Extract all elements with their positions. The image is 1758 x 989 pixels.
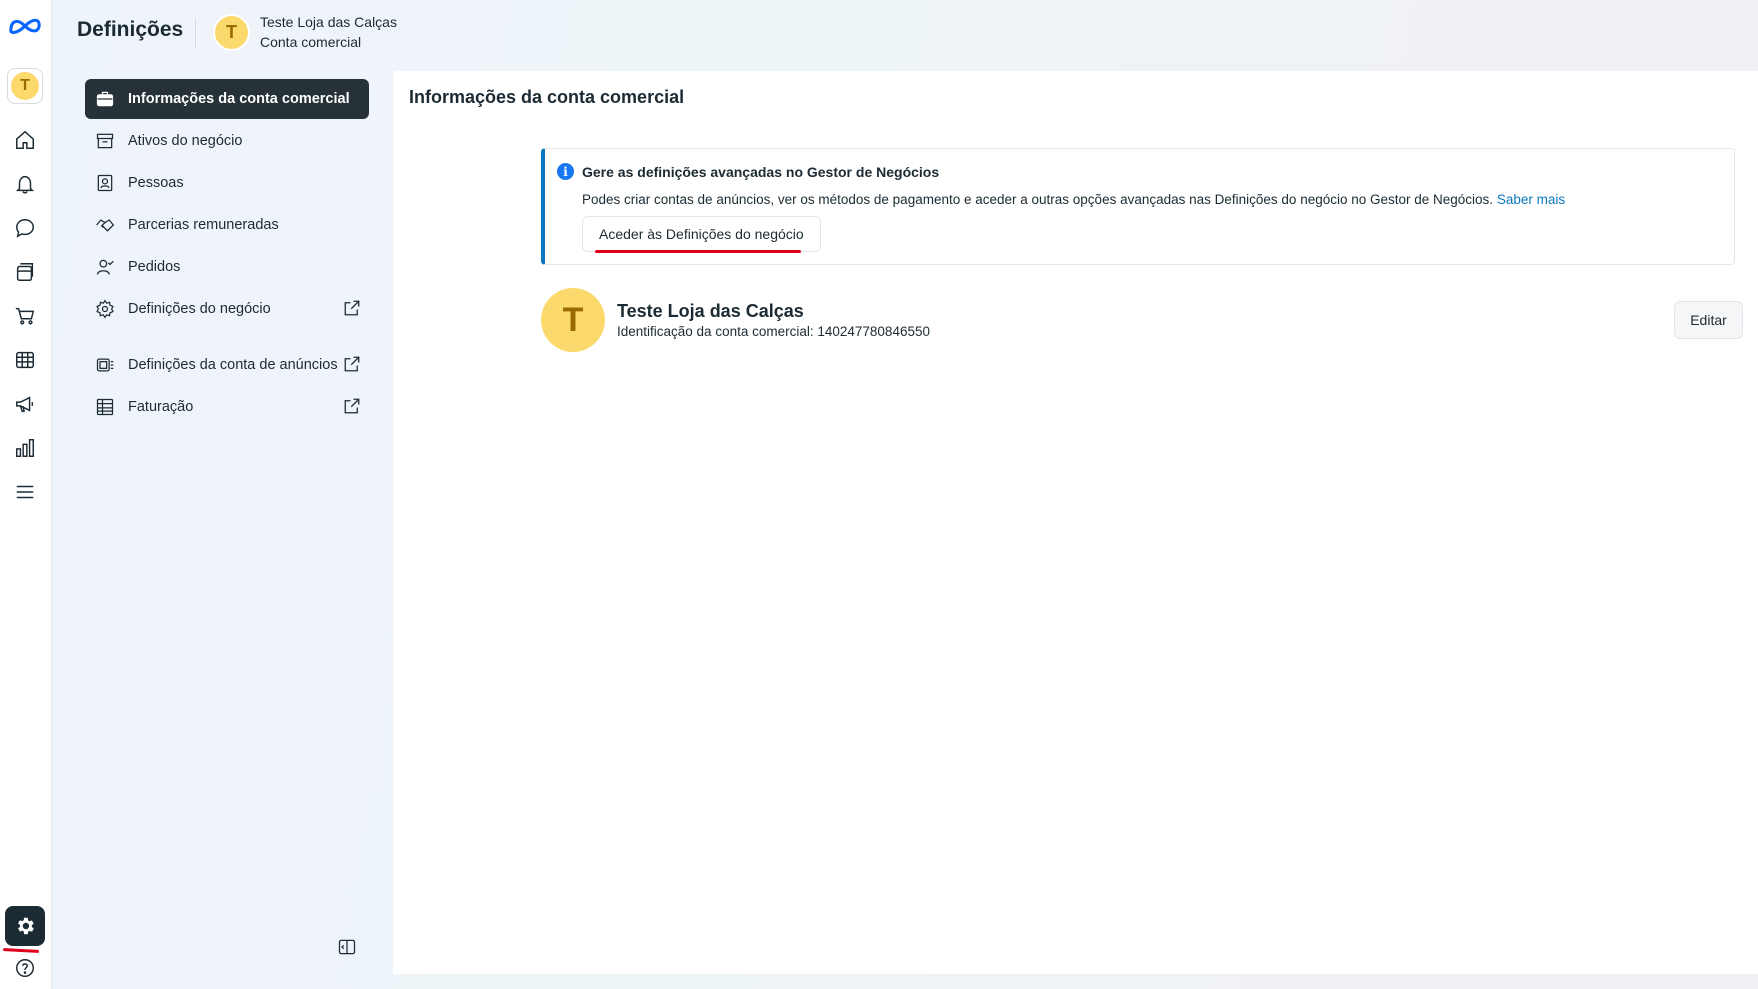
- external-link-icon: [343, 299, 361, 317]
- bell-icon[interactable]: [11, 170, 39, 198]
- sidebar-item-label: Ativos do negócio: [128, 133, 243, 149]
- sidebar-item-label: Faturação: [128, 399, 194, 415]
- account-type: Conta comercial: [260, 34, 362, 50]
- info-icon: i: [557, 163, 574, 180]
- settings-sidebar: Informações da conta comercial Ativos do…: [85, 79, 369, 429]
- edit-button[interactable]: Editar: [1674, 301, 1743, 339]
- gear-icon: [94, 298, 116, 320]
- sidebar-item-business-info[interactable]: Informações da conta comercial: [85, 79, 369, 119]
- sidebar-item-label: Pedidos: [128, 259, 181, 275]
- external-link-icon: [343, 397, 361, 415]
- annotation-underline-button: [595, 250, 801, 253]
- home-icon[interactable]: [11, 126, 39, 154]
- cart-icon[interactable]: [11, 302, 39, 330]
- external-link-icon: [343, 355, 361, 373]
- section-title: Informações da conta comercial: [409, 87, 685, 107]
- bar-chart-icon[interactable]: [11, 434, 39, 462]
- account-name: Teste Loja das Calças: [260, 14, 397, 30]
- sidebar-item-ad-account-settings[interactable]: Definições da conta de anúncios: [85, 345, 369, 385]
- go-to-business-settings-button[interactable]: Aceder às Definições do negócio: [582, 216, 821, 252]
- main-content: Informações da conta comercial i Gere as…: [393, 71, 1758, 974]
- billing-icon: [94, 396, 116, 418]
- annotation-underline-settings: [2, 948, 40, 953]
- collapse-sidebar-icon[interactable]: [337, 937, 357, 957]
- avatar-letter: T: [11, 72, 39, 100]
- sidebar-item-people[interactable]: Pessoas: [85, 163, 369, 203]
- notice-body: Podes criar contas de anúncios, ver os m…: [582, 192, 1565, 207]
- ad-account-icon: [94, 354, 116, 376]
- sidebar-item-label: Definições do negócio: [128, 301, 271, 317]
- handshake-icon: [94, 214, 116, 236]
- sidebar-item-label: Definições da conta de anúncios: [128, 357, 338, 373]
- sidebar-item-billing[interactable]: Faturação: [85, 387, 369, 427]
- sidebar-item-business-assets[interactable]: Ativos do negócio: [85, 121, 369, 161]
- person-badge-icon: [94, 172, 116, 194]
- header-divider: [195, 18, 196, 48]
- table-icon[interactable]: [11, 346, 39, 374]
- sidebar-item-business-settings[interactable]: Definições do negócio: [85, 289, 369, 329]
- sidebar-item-label: Pessoas: [128, 175, 184, 191]
- notice-text: Podes criar contas de anúncios, ver os m…: [582, 192, 1494, 207]
- person-check-icon: [94, 256, 116, 278]
- gear-icon: [18, 917, 34, 935]
- help-icon[interactable]: [11, 954, 39, 982]
- learn-more-link[interactable]: Saber mais: [1497, 192, 1565, 207]
- sidebar-item-paid-partnerships[interactable]: Parcerias remuneradas: [85, 205, 369, 245]
- account-avatar: T: [213, 13, 250, 51]
- settings-button-active[interactable]: [5, 906, 45, 946]
- sidebar-item-requests[interactable]: Pedidos: [85, 247, 369, 287]
- advanced-settings-notice: i Gere as definições avançadas no Gestor…: [541, 148, 1735, 265]
- menu-icon[interactable]: [11, 478, 39, 506]
- meta-logo-icon[interactable]: [8, 12, 42, 40]
- page-title: Definições: [77, 18, 184, 41]
- chat-bubble-icon[interactable]: [11, 214, 39, 242]
- account-header: T Teste Loja das Calças Conta comercial: [195, 12, 397, 52]
- notice-title: Gere as definições avançadas no Gestor d…: [582, 164, 940, 180]
- megaphone-icon[interactable]: [11, 390, 39, 418]
- account-switcher-avatar[interactable]: T: [7, 68, 43, 104]
- left-rail: T: [0, 0, 52, 989]
- business-id: Identificação da conta comercial: 140247…: [617, 324, 930, 339]
- business-avatar: T: [541, 288, 605, 352]
- sidebar-item-label: Informações da conta comercial: [128, 91, 350, 107]
- business-name: Teste Loja das Calças: [617, 301, 804, 321]
- archive-box-icon: [94, 130, 116, 152]
- sidebar-item-label: Parcerias remuneradas: [128, 217, 279, 233]
- briefcase-icon: [94, 88, 116, 110]
- pages-icon[interactable]: [11, 258, 39, 286]
- business-profile: T Teste Loja das Calças Identificação da…: [541, 288, 930, 352]
